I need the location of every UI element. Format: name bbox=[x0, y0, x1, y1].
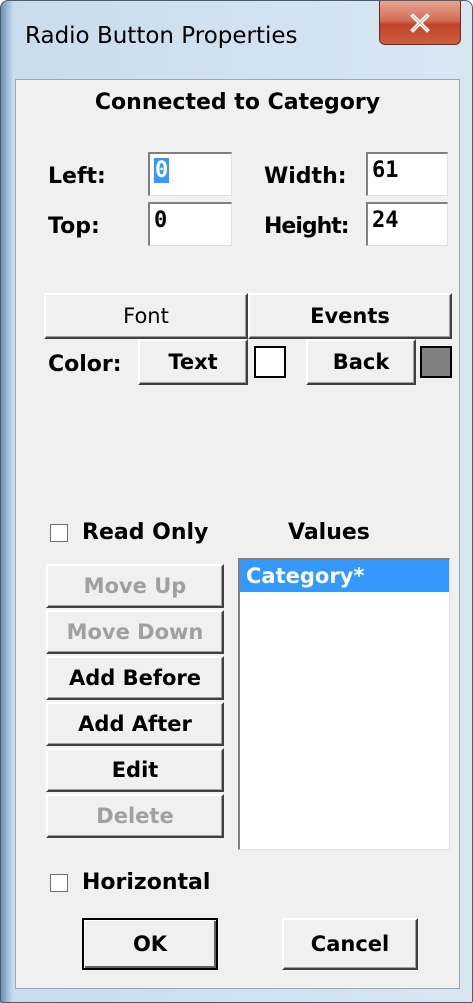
window-title: Radio Button Properties bbox=[25, 23, 298, 49]
title-bar[interactable]: Radio Button Properties bbox=[1, 1, 472, 79]
delete-button[interactable]: Delete bbox=[46, 794, 224, 838]
add-before-button[interactable]: Add Before bbox=[46, 656, 224, 700]
text-color-swatch[interactable] bbox=[254, 346, 286, 378]
close-button[interactable] bbox=[379, 1, 461, 45]
height-label: Height: bbox=[264, 214, 350, 239]
move-up-button[interactable]: Move Up bbox=[46, 564, 224, 608]
values-listbox[interactable]: Category* bbox=[238, 558, 450, 850]
dialog-body: Connected to Category Left: 0 Width: 61 … bbox=[15, 79, 460, 989]
edit-button[interactable]: Edit bbox=[46, 748, 224, 792]
read-only-label[interactable]: Read Only bbox=[82, 520, 208, 545]
ok-button[interactable]: OK bbox=[82, 918, 218, 970]
height-value: 24 bbox=[372, 208, 399, 233]
horizontal-checkbox[interactable] bbox=[50, 874, 68, 892]
left-field[interactable]: 0 bbox=[148, 152, 232, 196]
dialog-window: Radio Button Properties Connected to Cat… bbox=[0, 0, 473, 1003]
close-icon bbox=[410, 12, 430, 33]
back-color-button[interactable]: Back bbox=[306, 339, 416, 385]
left-value: 0 bbox=[154, 158, 170, 183]
width-field[interactable]: 61 bbox=[366, 152, 448, 196]
add-after-button[interactable]: Add After bbox=[46, 702, 224, 746]
width-value: 61 bbox=[372, 158, 399, 183]
list-item[interactable]: Category* bbox=[240, 560, 449, 592]
text-color-button[interactable]: Text bbox=[138, 339, 248, 385]
cancel-button[interactable]: Cancel bbox=[282, 918, 418, 970]
events-button[interactable]: Events bbox=[248, 293, 452, 339]
horizontal-label[interactable]: Horizontal bbox=[82, 870, 210, 895]
top-value: 0 bbox=[154, 208, 168, 233]
left-label: Left: bbox=[48, 164, 106, 189]
font-button[interactable]: Font bbox=[44, 293, 248, 339]
color-label: Color: bbox=[48, 352, 122, 377]
top-label: Top: bbox=[48, 214, 100, 239]
top-field[interactable]: 0 bbox=[148, 202, 232, 246]
move-down-button[interactable]: Move Down bbox=[46, 610, 224, 654]
read-only-checkbox[interactable] bbox=[50, 524, 68, 542]
connected-heading: Connected to Category bbox=[94, 90, 381, 115]
height-field[interactable]: 24 bbox=[366, 202, 448, 246]
values-label: Values bbox=[288, 520, 370, 545]
back-color-swatch[interactable] bbox=[420, 346, 452, 378]
width-label: Width: bbox=[264, 164, 347, 189]
